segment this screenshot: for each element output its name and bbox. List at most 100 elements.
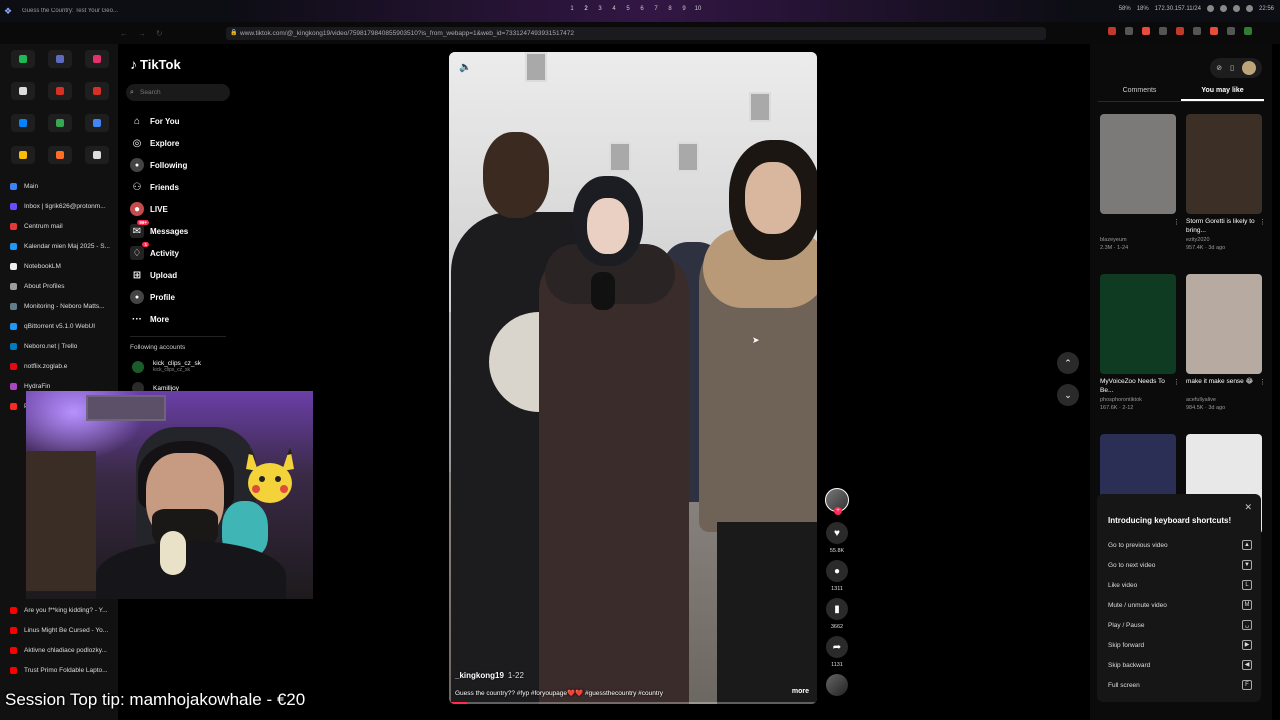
wifi-icon[interactable]	[1206, 5, 1214, 12]
browser-tab[interactable]: Centrum mail	[0, 216, 118, 236]
pinned-tab[interactable]	[48, 50, 72, 68]
more-options-icon[interactable]: ···	[794, 60, 807, 71]
os-logo-icon[interactable]: ❖	[4, 6, 14, 16]
pinned-tab[interactable]	[85, 114, 109, 132]
creator-avatar[interactable]: +	[825, 488, 849, 515]
extension-icon[interactable]	[1108, 27, 1116, 35]
kebab-menu-icon[interactable]: ⋮	[1173, 378, 1180, 386]
volume-icon[interactable]	[1219, 5, 1227, 12]
kebab-menu-icon[interactable]: ⋮	[1259, 378, 1266, 386]
reload-icon[interactable]: ↻	[156, 29, 163, 38]
extension-icon[interactable]	[1227, 27, 1235, 35]
nav-item-messages[interactable]: ✉ 99+ Messages	[130, 220, 188, 242]
workspace-button[interactable]: 4	[610, 6, 618, 12]
video-player[interactable]: 🔈 ··· _kingkong19 1-22 Guess the country?…	[449, 52, 817, 704]
like-button[interactable]: ♥	[826, 522, 848, 544]
browser-tab[interactable]: Trust Primo Foldable Lapto...	[0, 660, 118, 680]
previous-video-button[interactable]: ⌃	[1057, 352, 1079, 374]
workspace-button[interactable]: 5	[624, 6, 632, 12]
workspace-button[interactable]: 10	[694, 6, 702, 12]
recommended-video-card[interactable]: make it make sense 😂 acefullyalive 984.5K …	[1186, 274, 1266, 411]
comment-button[interactable]: ●	[826, 560, 848, 582]
music-disc-icon[interactable]	[826, 674, 848, 696]
phone-icon[interactable]: ▯	[1230, 64, 1234, 72]
address-bar[interactable]: 🔒 www.tiktok.com/@_kingkong19/video/7598…	[226, 27, 1046, 40]
pinned-tab[interactable]	[85, 82, 109, 100]
share-button[interactable]: ➦	[826, 636, 848, 658]
pinned-tab[interactable]	[11, 146, 35, 164]
volume-icon[interactable]: 🔈	[459, 62, 471, 73]
pinned-tab[interactable]	[48, 82, 72, 100]
next-video-button[interactable]: ⌄	[1057, 384, 1079, 406]
following-account[interactable]: kick_clips_cz_sk kick_clips_cz_sk	[132, 360, 201, 373]
link-icon[interactable]: ⊘	[1216, 64, 1222, 72]
follow-plus-icon[interactable]: +	[834, 507, 842, 515]
nav-item-live[interactable]: ● LIVE	[130, 198, 188, 220]
pinned-tab[interactable]	[11, 82, 35, 100]
browser-tab[interactable]: qBittorrent v5.1.0 WebUI	[0, 316, 118, 336]
pinned-tab[interactable]	[48, 146, 72, 164]
workspace-button[interactable]: 6	[638, 6, 646, 12]
avatar[interactable]	[1242, 61, 1256, 75]
nav-item-upload[interactable]: ⊞ Upload	[130, 264, 188, 286]
nav-item-explore[interactable]: ◎ Explore	[130, 132, 188, 154]
extension-icon[interactable]	[1176, 27, 1184, 35]
kebab-menu-icon[interactable]: ⋮	[1173, 218, 1180, 226]
tiktok-logo[interactable]: ♪ TikTok	[130, 56, 181, 72]
workspace-button[interactable]: 8	[666, 6, 674, 12]
browser-tab[interactable]: About Profiles	[0, 276, 118, 296]
video-thumbnail[interactable]	[1100, 114, 1176, 214]
pinned-tab[interactable]	[85, 146, 109, 164]
browser-tab[interactable]: Monitoring - Neboro Matts...	[0, 296, 118, 316]
browser-tab[interactable]: Are you f**king kidding? - Y...	[0, 600, 118, 620]
video-author[interactable]: _kingkong19 1-22	[455, 671, 524, 680]
pinned-tab[interactable]	[11, 50, 35, 68]
browser-tab[interactable]: Neboro.net | Trello	[0, 336, 118, 356]
workspace-button[interactable]: 3	[596, 6, 604, 12]
workspace-button[interactable]: 7	[652, 6, 660, 12]
video-thumbnail[interactable]	[1186, 274, 1262, 374]
tab-you-may-like[interactable]: You may like	[1181, 84, 1264, 101]
video-progress-bar[interactable]	[449, 702, 817, 704]
nav-item-for-you[interactable]: ⌂ For You	[130, 110, 188, 132]
pinned-tab[interactable]	[48, 114, 72, 132]
kebab-menu-icon[interactable]: ⋮	[1259, 218, 1266, 226]
workspace-button[interactable]: 1	[568, 6, 576, 12]
bluetooth-icon[interactable]	[1232, 5, 1240, 12]
browser-tab[interactable]: Aktivne chladiace podlozky...	[0, 640, 118, 660]
forward-icon[interactable]: →	[138, 29, 146, 38]
nav-item-profile[interactable]: ● Profile	[130, 286, 188, 308]
browser-tab[interactable]: Inbox | tigrik626@protonm...	[0, 196, 118, 216]
nav-item-activity[interactable]: ♢ 1 Activity	[130, 242, 188, 264]
extension-icon[interactable]	[1159, 27, 1167, 35]
nav-item-more[interactable]: ··· More	[130, 308, 188, 330]
recommended-video-card[interactable]: blazeyeum 2.3M · 1-24 ⋮	[1100, 114, 1180, 251]
browser-tab[interactable]: notflix.zoglab.e	[0, 356, 118, 376]
recommended-video-card[interactable]: Storm Goretti is likely to bring... ezity…	[1186, 114, 1266, 251]
extension-icon[interactable]	[1210, 27, 1218, 35]
video-thumbnail[interactable]	[1186, 114, 1262, 214]
browser-tab[interactable]: Kalendar mien Maj 2025 - S...	[0, 236, 118, 256]
video-thumbnail[interactable]	[1100, 274, 1176, 374]
back-icon[interactable]: ←	[120, 29, 128, 38]
close-icon[interactable]: ✕	[1244, 502, 1252, 513]
browser-tab[interactable]: NotebookLM	[0, 256, 118, 276]
extension-icon[interactable]	[1244, 27, 1252, 35]
recommended-video-card[interactable]: MyVoiceZoo Needs To Be... phosphorontikto…	[1100, 274, 1180, 411]
workspace-button[interactable]: 2	[582, 6, 590, 12]
nav-item-friends[interactable]: ⚇ Friends	[130, 176, 188, 198]
power-icon[interactable]	[1245, 5, 1253, 12]
browser-tab[interactable]: Main	[0, 176, 118, 196]
workspace-button[interactable]: 9	[680, 6, 688, 12]
pinned-tab[interactable]	[85, 50, 109, 68]
tab-comments[interactable]: Comments	[1098, 84, 1181, 101]
extension-icon[interactable]	[1142, 27, 1150, 35]
nav-item-following[interactable]: ● Following	[130, 154, 188, 176]
browser-tab[interactable]: Linus Might Be Cursed - Yo...	[0, 620, 118, 640]
extension-icon[interactable]	[1125, 27, 1133, 35]
search-input[interactable]: ⌕ Search	[126, 84, 230, 101]
extension-icon[interactable]	[1193, 27, 1201, 35]
pinned-tab[interactable]	[11, 114, 35, 132]
save-button[interactable]: ▮	[826, 598, 848, 620]
caption-more-button[interactable]: more	[792, 688, 809, 695]
